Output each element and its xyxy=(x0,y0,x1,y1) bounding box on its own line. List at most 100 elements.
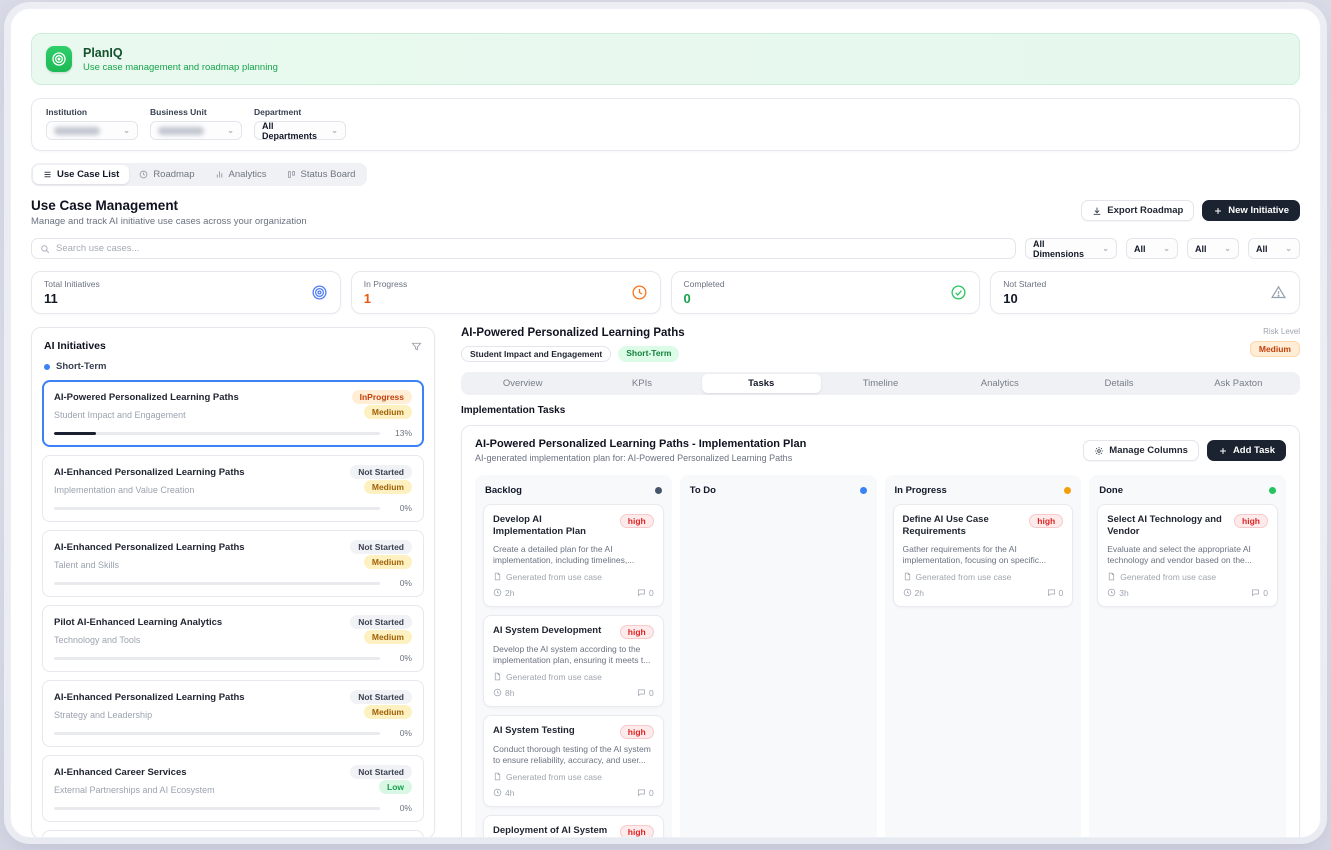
implementation-plan-board: AI-Powered Personalized Learning Paths -… xyxy=(461,425,1300,838)
page-subtitle: Manage and track AI initiative use cases… xyxy=(31,216,307,227)
initiative-card[interactable]: AI-Enhanced Personalized Learning Paths … xyxy=(42,680,424,747)
initiative-title: AI-Enhanced Personalized Learning Paths xyxy=(54,542,245,553)
tab-label: Analytics xyxy=(229,169,267,180)
risk-level-badge: Medium xyxy=(1250,341,1300,357)
initiative-card[interactable]: AI-Enhanced Personalized Learning Paths … xyxy=(42,455,424,522)
manage-columns-label: Manage Columns xyxy=(1109,445,1188,456)
dimensions-filter-select[interactable]: All Dimensions ⌄ xyxy=(1025,238,1117,259)
stat-label: Not Started xyxy=(1003,279,1046,289)
progress-percent: 0% xyxy=(388,728,412,738)
risk-badge: Medium xyxy=(364,705,412,719)
initiative-card[interactable]: AI-Enhanced Career Services Not Started … xyxy=(42,755,424,822)
task-source: Generated from use case xyxy=(506,772,602,782)
institution-select[interactable]: ⌄ xyxy=(46,121,138,140)
dimensions-filter-value: All Dimensions xyxy=(1033,239,1094,259)
tab-analytics[interactable]: Analytics xyxy=(940,374,1059,393)
initiative-card[interactable]: AI-Enhanced Personalized Learning Paths … xyxy=(42,530,424,597)
initiative-dimension: Talent and Skills xyxy=(54,560,119,570)
tab-ask-paxton[interactable]: Ask Paxton xyxy=(1179,374,1298,393)
filter-value: All xyxy=(1256,244,1268,254)
export-roadmap-label: Export Roadmap xyxy=(1107,205,1183,216)
status-badge: Not Started xyxy=(350,765,412,779)
tab-roadmap[interactable]: Roadmap xyxy=(129,165,204,184)
filter-select-2[interactable]: All ⌄ xyxy=(1126,238,1178,259)
initiative-title: AI-Enhanced Career Services xyxy=(54,767,187,778)
tab-kpis[interactable]: KPIs xyxy=(582,374,701,393)
tab-tasks[interactable]: Tasks xyxy=(702,374,821,393)
task-hours: 4h xyxy=(505,788,514,798)
tab-status-board[interactable]: Status Board xyxy=(277,165,366,184)
business-unit-select[interactable]: ⌄ xyxy=(150,121,242,140)
tab-timeline[interactable]: Timeline xyxy=(821,374,940,393)
progress-percent: 13% xyxy=(388,428,412,438)
task-card[interactable]: AI System Testing high Conduct thorough … xyxy=(483,715,664,807)
chevron-down-icon: ⌄ xyxy=(331,126,338,135)
tab-analytics[interactable]: Analytics xyxy=(205,165,277,184)
tab-use-case-list[interactable]: Use Case List xyxy=(33,165,129,184)
progress-percent: 0% xyxy=(388,803,412,813)
kanban-column-backlog: Backlog Develop AI Implementation Plan h… xyxy=(475,475,672,838)
new-initiative-button[interactable]: New Initiative xyxy=(1202,200,1300,221)
add-task-button[interactable]: Add Task xyxy=(1207,440,1286,461)
progress-bar xyxy=(54,582,380,585)
search-input[interactable] xyxy=(56,243,1007,254)
task-card[interactable]: Define AI Use Case Requirements high Gat… xyxy=(893,504,1074,607)
initiative-title: AI-Powered Personalized Learning Paths xyxy=(54,392,239,403)
kanban-column-in-progress: In Progress Define AI Use Case Requireme… xyxy=(885,475,1082,838)
filter-funnel-icon[interactable] xyxy=(411,341,422,352)
task-source: Generated from use case xyxy=(1120,572,1216,582)
initiatives-panel-title: AI Initiatives xyxy=(44,340,106,352)
filter-value: All xyxy=(1134,244,1146,254)
task-card[interactable]: Develop AI Implementation Plan high Crea… xyxy=(483,504,664,607)
department-select[interactable]: All Departments ⌄ xyxy=(254,121,346,140)
detail-title: AI-Powered Personalized Learning Paths xyxy=(461,327,685,339)
status-badge: Not Started xyxy=(350,690,412,704)
chevron-down-icon: ⌄ xyxy=(227,126,234,135)
task-comments: 0 xyxy=(1263,588,1268,598)
stat-total-initiatives: Total Initiatives 11 xyxy=(31,271,341,314)
task-description: Gather requirements for the AI implement… xyxy=(903,544,1064,566)
task-title: Deployment of AI System xyxy=(493,825,607,837)
task-source: Generated from use case xyxy=(506,672,602,682)
app-banner: PlanIQ Use case management and roadmap p… xyxy=(31,33,1300,85)
task-description: Evaluate and select the appropriate AI t… xyxy=(1107,544,1268,566)
task-card[interactable]: AI System Development high Develop the A… xyxy=(483,615,664,707)
initiative-card[interactable]: Pilot AI-Enhanced Learning Analytics Not… xyxy=(42,605,424,672)
chevron-down-icon: ⌄ xyxy=(123,126,130,135)
tab-overview[interactable]: Overview xyxy=(463,374,582,393)
view-tabs: Use Case List Roadmap Analytics Status B… xyxy=(31,163,367,186)
task-card[interactable]: Select AI Technology and Vendor high Eva… xyxy=(1097,504,1278,607)
filter-select-4[interactable]: All ⌄ xyxy=(1248,238,1300,259)
kanban-icon xyxy=(287,170,296,179)
initiative-card[interactable]: AI-Powered Personalized Learning Paths I… xyxy=(42,380,424,447)
search-icon xyxy=(40,244,50,254)
plus-icon xyxy=(1213,206,1223,216)
initiative-dimension: Technology and Tools xyxy=(54,635,140,645)
priority-badge: high xyxy=(620,825,654,838)
task-card[interactable]: Deployment of AI System high Deploy the … xyxy=(483,815,664,838)
manage-columns-button[interactable]: Manage Columns xyxy=(1083,440,1199,461)
comment-icon xyxy=(637,788,646,797)
risk-badge: Medium xyxy=(364,630,412,644)
task-title: Define AI Use Case Requirements xyxy=(903,514,1024,539)
export-roadmap-button[interactable]: Export Roadmap xyxy=(1081,200,1194,221)
task-description: Conduct thorough testing of the AI syste… xyxy=(493,744,654,766)
board-title: AI-Powered Personalized Learning Paths -… xyxy=(475,438,806,450)
column-status-dot xyxy=(655,487,662,494)
column-status-dot xyxy=(1269,487,1276,494)
clock-icon xyxy=(493,588,502,597)
initiative-dimension: Student Impact and Engagement xyxy=(54,410,186,420)
tab-label: Use Case List xyxy=(57,169,119,180)
task-title: Select AI Technology and Vendor xyxy=(1107,514,1228,539)
detail-tabs: Overview KPIs Tasks Timeline Analytics D… xyxy=(461,372,1300,395)
progress-bar xyxy=(54,807,380,810)
initiative-card[interactable]: Ethical AI Review for Student Support Se… xyxy=(42,830,424,838)
risk-badge: Low xyxy=(379,780,412,794)
tab-label: Roadmap xyxy=(153,169,194,180)
document-icon xyxy=(1107,572,1116,581)
filter-select-3[interactable]: All ⌄ xyxy=(1187,238,1239,259)
clock-icon xyxy=(493,688,502,697)
status-badge: Not Started xyxy=(350,615,412,629)
tab-details[interactable]: Details xyxy=(1059,374,1178,393)
stat-value: 0 xyxy=(684,291,725,306)
